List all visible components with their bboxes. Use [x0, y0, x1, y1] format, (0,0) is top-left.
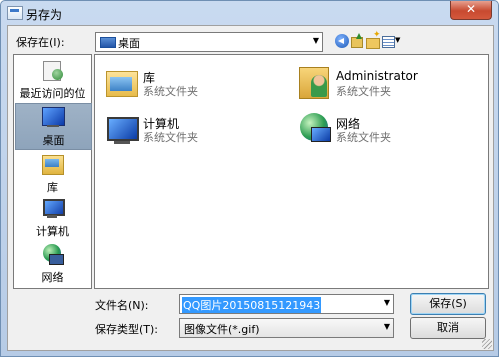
list-item[interactable]: 库 系统文件夹 — [99, 61, 289, 107]
look-in-label: 保存在(I): — [16, 36, 65, 49]
chevron-down-icon[interactable]: ▼ — [384, 298, 390, 307]
up-folder-icon[interactable] — [350, 33, 364, 48]
look-in-combobox[interactable]: 桌面 ▼ — [95, 32, 323, 52]
filename-input[interactable]: QQ图片20150815121943 ▼ — [179, 294, 394, 314]
list-item[interactable]: Administrator 系统文件夹 — [292, 61, 482, 107]
new-folder-icon[interactable] — [366, 30, 381, 49]
recent-places-icon — [40, 59, 64, 81]
computer-icon — [40, 197, 65, 219]
places-item-libraries[interactable]: 库 — [15, 151, 90, 196]
close-button[interactable]: ✕ — [450, 1, 492, 20]
filename-value[interactable]: QQ图片20150815121943 — [182, 297, 322, 313]
title-bar[interactable]: 另存为 ✕ — [1, 1, 498, 25]
filetype-value: 图像文件(*.gif) — [184, 323, 260, 336]
network-icon — [40, 243, 64, 265]
save-button[interactable]: 保存(S) — [410, 293, 486, 315]
dialog-title: 另存为 — [26, 8, 63, 22]
network-icon — [297, 109, 333, 149]
places-item-recent[interactable]: 最近访问的位置 — [15, 57, 90, 116]
file-name: Administrator — [336, 69, 418, 83]
places-item-label: 网络 — [41, 271, 64, 284]
places-item-computer[interactable]: 计算机 — [15, 195, 90, 240]
user-folder-icon — [297, 63, 333, 103]
chevron-down-icon[interactable]: ▼ — [313, 36, 319, 45]
places-item-network[interactable]: 网络 — [15, 241, 90, 286]
computer-icon — [104, 109, 140, 149]
file-type: 系统文件夹 — [143, 131, 198, 144]
filetype-label: 保存类型(T): — [95, 323, 159, 336]
back-icon[interactable] — [335, 34, 349, 48]
file-type: 系统文件夹 — [336, 131, 391, 144]
places-item-label: 库 — [47, 181, 58, 194]
places-item-label: 桌面 — [42, 134, 65, 147]
filetype-select[interactable]: 图像文件(*.gif) ▼ — [179, 318, 394, 338]
desktop-folder-icon — [100, 37, 116, 48]
list-item[interactable]: 计算机 系统文件夹 — [99, 107, 289, 153]
dialog-body: 保存在(I): 桌面 ▼ 最近访问的位置 桌面 库 计算 — [7, 25, 494, 351]
desktop-icon — [41, 106, 65, 128]
places-item-desktop[interactable]: 桌面 — [15, 103, 92, 150]
list-item[interactable]: 网络 系统文件夹 — [292, 107, 482, 153]
libraries-folder-icon — [104, 63, 140, 103]
save-as-dialog: 另存为 ✕ 保存在(I): 桌面 ▼ 最近访问的位置 桌面 库 — [0, 0, 499, 357]
libraries-icon — [40, 153, 64, 175]
file-list[interactable]: 库 系统文件夹 Administrator 系统文件夹 计算机 系统文件夹 网络… — [94, 54, 489, 289]
places-bar: 最近访问的位置 桌面 库 计算机 网络 — [13, 54, 92, 289]
resize-grip[interactable] — [482, 339, 492, 349]
dialog-app-icon — [7, 6, 23, 20]
cancel-button[interactable]: 取消 — [410, 317, 486, 339]
chevron-down-icon[interactable]: ▼ — [384, 322, 390, 331]
filename-label: 文件名(N): — [95, 299, 149, 312]
file-type: 系统文件夹 — [336, 85, 391, 98]
file-type: 系统文件夹 — [143, 85, 198, 98]
places-item-label: 计算机 — [36, 225, 69, 238]
look-in-value: 桌面 — [118, 37, 140, 50]
views-menu-icon[interactable] — [382, 34, 402, 48]
